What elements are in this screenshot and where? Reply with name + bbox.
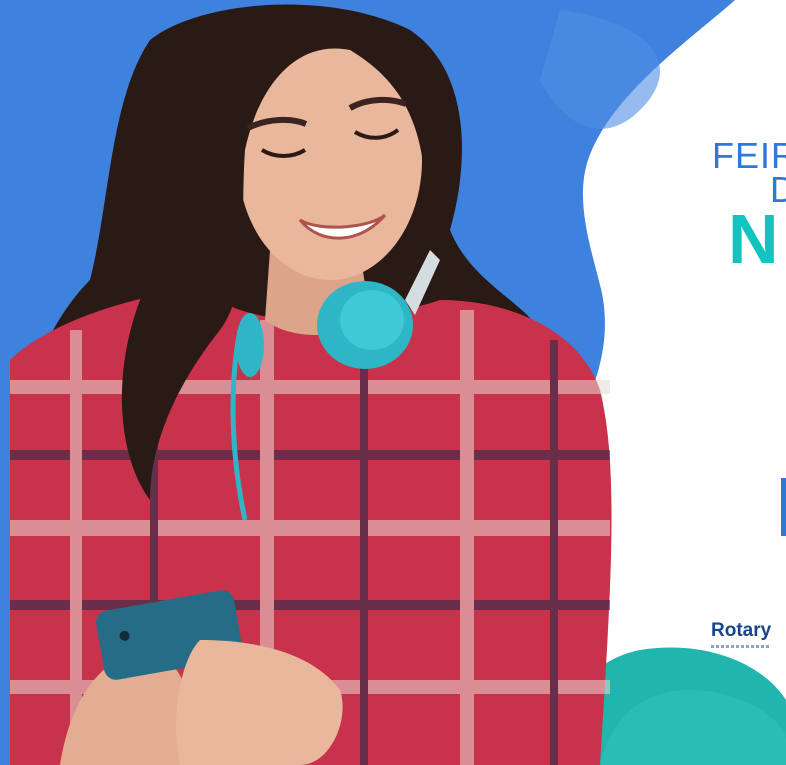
accent-bar bbox=[781, 478, 786, 536]
rotary-logo[interactable]: Rotary bbox=[711, 620, 771, 648]
headline-line-3: N bbox=[728, 200, 779, 274]
ad-banner: FEIR D N Rotary bbox=[0, 0, 786, 765]
banner-artwork bbox=[0, 0, 786, 765]
headline: FEIR D N bbox=[712, 138, 786, 274]
headphone-cup-right-inner bbox=[340, 290, 404, 350]
rotary-logo-text: Rotary bbox=[711, 620, 772, 641]
headphone-cup-left bbox=[236, 313, 264, 377]
rotary-logo-tagline-mark bbox=[711, 645, 769, 648]
